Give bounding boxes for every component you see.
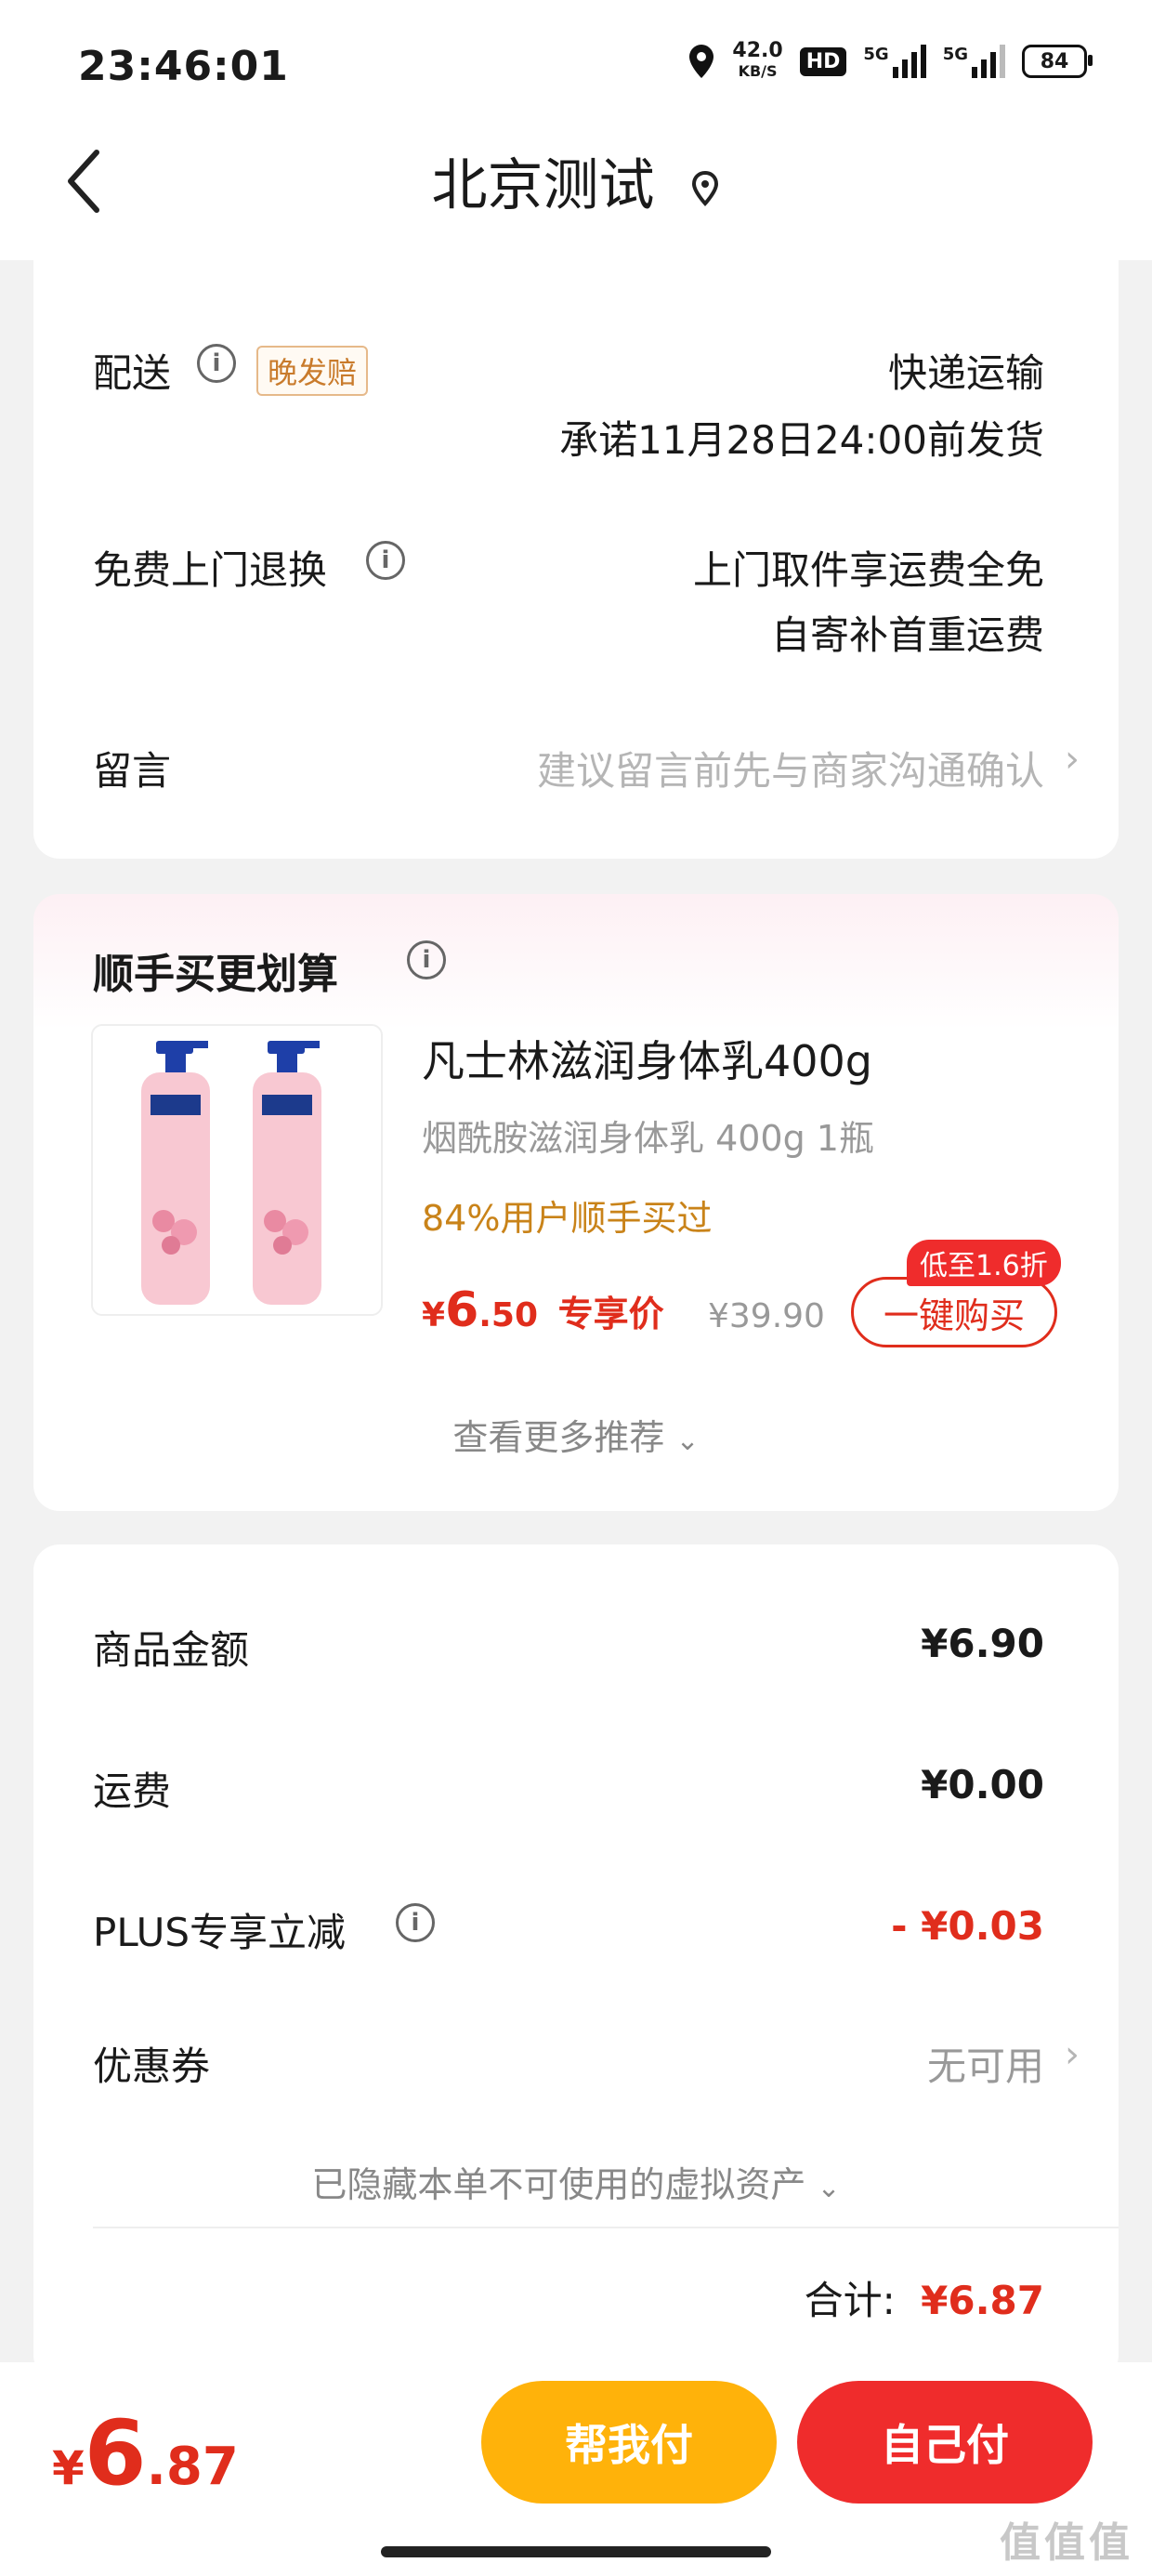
more-recommendations-link[interactable]: 查看更多推荐 ⌄: [33, 1409, 1119, 1460]
chevron-down-icon: ⌄: [675, 1425, 700, 1457]
order-total: 合计: ¥6.87: [804, 2278, 1044, 2323]
status-bar: 23:46:01 42.0 KB/S HD 5G 5G 84: [0, 0, 1152, 130]
return-label: 免费上门退换: [93, 547, 328, 593]
delivery-promise: 承诺11月28日24:00前发货: [559, 417, 1044, 463]
goods-amount-label: 商品金额: [93, 1627, 250, 1673]
delivery-method: 快递运输: [887, 350, 1044, 396]
order-summary-card: 商品金额 ¥6.90 运费 ¥0.00 PLUS专享立减 i - ¥0.03 优…: [33, 1544, 1119, 2381]
delivery-label: 配送: [93, 350, 172, 396]
hidden-assets-toggle[interactable]: 已隐藏本单不可使用的虚拟资产 ⌄: [33, 2156, 1119, 2207]
addon-info-icon[interactable]: i: [407, 940, 446, 979]
divider: [93, 2227, 1119, 2228]
return-info-icon[interactable]: i: [366, 541, 405, 580]
plus-info-icon[interactable]: i: [396, 1903, 435, 1942]
message-label: 留言: [93, 748, 172, 794]
product-spec: 烟酰胺滋润身体乳 400g 1瓶: [422, 1118, 874, 1159]
original-price: ¥39.90: [708, 1297, 825, 1335]
discount-tag: 低至1.6折: [907, 1240, 1061, 1286]
coupon-label: 优惠券: [93, 2044, 211, 2089]
late-compensation-badge: 晚发赔: [256, 346, 369, 396]
one-click-buy-button[interactable]: 一键购买: [851, 1277, 1057, 1347]
delivery-card: 配送 i 晚发赔 快递运输 承诺11月28日24:00前发货 免费上门退换 i …: [33, 223, 1119, 859]
page-title[interactable]: 北京测试: [0, 149, 1152, 223]
location-pin-icon: [691, 171, 718, 207]
product-image[interactable]: [91, 1024, 383, 1316]
chevron-right-icon: ›: [1065, 738, 1080, 781]
product-name[interactable]: 凡士林滋润身体乳400g: [422, 1028, 872, 1089]
battery-icon: 84: [1022, 45, 1093, 78]
hd-icon: HD: [799, 46, 847, 76]
watermark-logo: 值值值: [1000, 2519, 1133, 2567]
exclusive-price: ¥6.50 专享价: [422, 1282, 664, 1338]
help-me-pay-button[interactable]: 帮我付: [481, 2381, 777, 2504]
lotion-bottles-icon: [141, 1041, 321, 1305]
plus-discount-value: - ¥0.03: [891, 1903, 1044, 1949]
message-input[interactable]: 建议留言前先与商家沟通确认: [537, 740, 1044, 796]
shipping-label: 运费: [93, 1768, 172, 1814]
location-status-icon: [689, 45, 714, 78]
signal-icon-1: 5G: [863, 45, 926, 78]
signal-icon-2: 5G: [943, 45, 1005, 78]
return-line2: 自寄补首重运费: [770, 612, 1044, 658]
shipping-value: ¥0.00: [921, 1762, 1044, 1807]
return-line1: 上门取件享运费全免: [692, 547, 1044, 593]
status-time: 23:46:01: [78, 43, 289, 90]
plus-discount-label: PLUS专享立减: [93, 1910, 347, 1955]
addon-card: 顺手买更划算 i 凡士林滋润身体乳400g 烟酰胺滋润身体乳 400g 1瓶 8…: [33, 894, 1119, 1511]
chevron-down-icon: ⌄: [817, 2172, 841, 2204]
pay-myself-button[interactable]: 自己付: [797, 2381, 1093, 2504]
addon-title: 顺手买更划算: [93, 951, 338, 998]
home-indicator: [381, 2546, 771, 2557]
delivery-info-icon[interactable]: i: [197, 344, 236, 383]
goods-amount-value: ¥6.90: [921, 1621, 1044, 1666]
chevron-right-icon: ›: [1065, 2033, 1080, 2076]
bottom-total-price: ¥6.87: [52, 2401, 239, 2505]
buy-rate: 84%用户顺手买过: [422, 1198, 713, 1239]
net-speed: 42.0 KB/S: [732, 39, 783, 81]
status-icons: 42.0 KB/S HD 5G 5G 84: [687, 39, 1093, 82]
coupon-value[interactable]: 无可用: [927, 2035, 1044, 2092]
